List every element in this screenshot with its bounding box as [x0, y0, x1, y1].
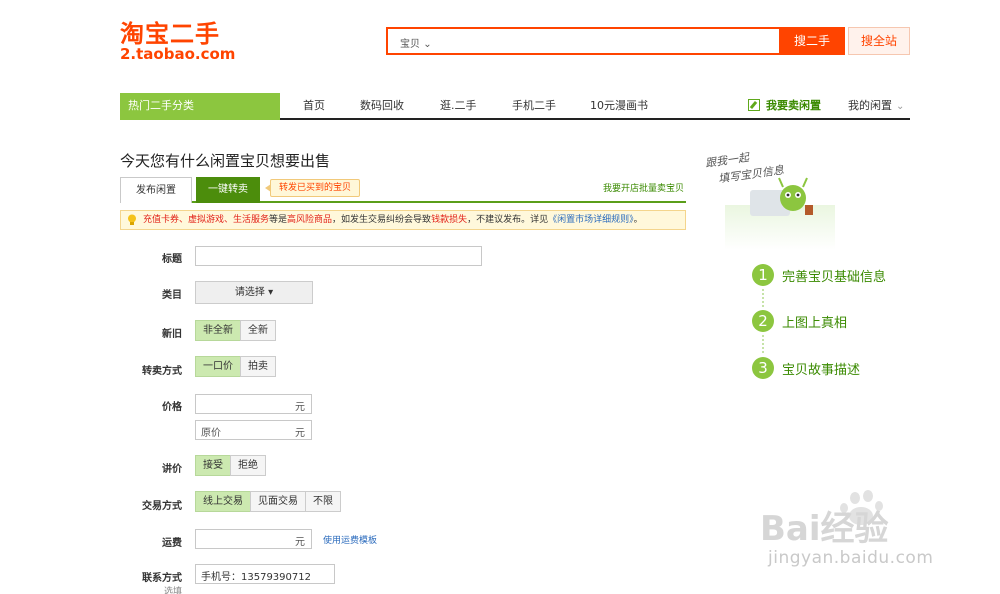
logo-main-text: 淘宝二手 [120, 20, 220, 48]
condition-used-option[interactable]: 非全新 [195, 320, 241, 341]
bargain-toggle: 接受 拒绝 [195, 455, 266, 476]
step-1: 1 完善宝贝基础信息 [752, 264, 952, 288]
auction-option[interactable]: 拍卖 [240, 356, 276, 377]
search-scope-dropdown[interactable]: 宝贝 ⌄ [400, 35, 432, 50]
search-input[interactable] [438, 31, 768, 51]
search-box: 宝贝 ⌄ [386, 27, 781, 55]
shipping-input[interactable]: 元 [195, 529, 312, 549]
nav-item-home[interactable]: 首页 [303, 93, 325, 118]
logo-sub-text: 2.taobao.com [120, 45, 236, 63]
shipping-template-link[interactable]: 使用运费模板 [323, 533, 377, 546]
bargain-reject-option[interactable]: 拒绝 [230, 455, 266, 476]
sell-idle-link[interactable]: 我要卖闲置 [748, 93, 821, 118]
notice-text-4: 。 [633, 215, 643, 225]
watermark-url: jingyan.baidu.com [768, 548, 934, 568]
price-unit: 元 [295, 402, 305, 413]
my-idle-label: 我的闲置 [848, 99, 892, 112]
step-2-label: 上图上真相 [782, 316, 848, 331]
resell-tip: 转发已买到的宝贝 [264, 179, 361, 197]
search-all-button[interactable]: 搜全站 [848, 27, 910, 55]
step-3-number: 3 [752, 357, 774, 379]
shipping-label: 运费 [162, 538, 182, 549]
shipping-unit: 元 [295, 537, 305, 548]
trade-any-option[interactable]: 不限 [305, 491, 341, 512]
taobao-ershou-logo[interactable]: 淘宝二手 2.taobao.com [120, 20, 235, 62]
search-scope-label: 宝贝 [400, 39, 420, 50]
notice-text-3: ，不建议发布。详见 [467, 215, 549, 225]
notice-high-risk: 高风险商品 [287, 215, 333, 225]
nav-item-browse[interactable]: 逛.二手 [440, 93, 477, 118]
caret-down-icon: ▾ [268, 287, 274, 298]
page-title: 今天您有什么闲置宝贝想要出售 [120, 152, 331, 170]
edit-icon [748, 99, 760, 111]
my-idle-menu[interactable]: 我的闲置 ⌄ [848, 93, 904, 118]
price-label: 价格 [162, 402, 182, 413]
contact-input[interactable]: 手机号：13579390712 [195, 564, 335, 584]
title-label: 标题 [162, 254, 182, 265]
watermark-logo-text: Bai经验 [760, 509, 889, 549]
hot-category-menu[interactable]: 热门二手分类 [120, 93, 280, 120]
main-nav: 热门二手分类 首页 数码回收 逛.二手 手机二手 10元漫画书 我要卖闲置 我的… [120, 93, 910, 120]
sell-idle-label: 我要卖闲置 [766, 99, 821, 112]
chevron-down-icon: ⌄ [896, 101, 905, 112]
original-price-input[interactable]: 原价 元 [195, 420, 312, 440]
chevron-down-icon: ⌄ [423, 39, 432, 50]
category-label: 类目 [162, 290, 182, 301]
price-input[interactable]: 元 [195, 394, 312, 414]
step-1-number: 1 [752, 264, 774, 286]
trade-method-label: 交易方式 [142, 501, 182, 512]
contact-value: 手机号：13579390712 [201, 572, 311, 583]
trade-method-toggle: 线上交易 见面交易 不限 [195, 491, 341, 512]
original-price-placeholder: 原价 [201, 428, 221, 439]
tab-publish[interactable]: 发布闲置 [120, 177, 192, 203]
step-3: 3 宝贝故事描述 [752, 357, 952, 381]
category-select[interactable]: 请选择 ▾ [195, 281, 313, 304]
step-connector [762, 335, 764, 353]
category-select-value: 请选择 [234, 287, 265, 298]
lightbulb-icon [128, 214, 136, 225]
nav-item-phone[interactable]: 手机二手 [512, 93, 556, 118]
nav-item-digital-recycle[interactable]: 数码回收 [360, 93, 404, 118]
original-price-unit: 元 [295, 428, 305, 439]
notice-risk-items: 充值卡券、虚拟游戏、生活服务 [143, 215, 270, 225]
risk-notice: 充值卡券、虚拟游戏、生活服务等是高风险商品，如发生交易纠纷会导致钱款损失，不建议… [120, 210, 686, 230]
notice-text-2: ，如发生交易纠纷会导致 [332, 215, 432, 225]
search-ershou-button[interactable]: 搜二手 [779, 27, 845, 55]
step-1-label: 完善宝贝基础信息 [782, 270, 887, 285]
condition-new-option[interactable]: 全新 [240, 320, 276, 341]
notice-money-loss: 钱款损失 [431, 215, 468, 225]
notice-text-1: 等是 [269, 215, 288, 225]
bulk-sell-link[interactable]: 我要开店批量卖宝贝 [603, 181, 684, 194]
step-connector [762, 289, 764, 307]
sale-method-label: 转卖方式 [142, 366, 182, 377]
bargain-label: 讲价 [162, 464, 182, 475]
trade-in-person-option[interactable]: 见面交易 [250, 491, 306, 512]
step-2-number: 2 [752, 310, 774, 332]
condition-label: 新旧 [162, 329, 182, 340]
sale-method-toggle: 一口价 拍卖 [195, 356, 276, 377]
fixed-price-option[interactable]: 一口价 [195, 356, 241, 377]
publish-tabs: 发布闲置 一键转卖 转发已买到的宝贝 我要开店批量卖宝贝 [120, 177, 686, 203]
condition-toggle: 非全新 全新 [195, 320, 276, 341]
step-2: 2 上图上真相 [752, 310, 952, 334]
market-rules-link[interactable]: 《闲置市场详细规则》 [548, 215, 634, 225]
tab-resell[interactable]: 一键转卖 [196, 177, 260, 203]
nav-item-comics[interactable]: 10元漫画书 [590, 93, 648, 118]
step-3-label: 宝贝故事描述 [782, 363, 861, 378]
contact-optional-hint: 选填 [163, 587, 182, 594]
bargain-accept-option[interactable]: 接受 [195, 455, 231, 476]
title-input[interactable] [195, 246, 482, 266]
contact-label: 联系方式 [142, 573, 182, 584]
trade-online-option[interactable]: 线上交易 [195, 491, 251, 512]
